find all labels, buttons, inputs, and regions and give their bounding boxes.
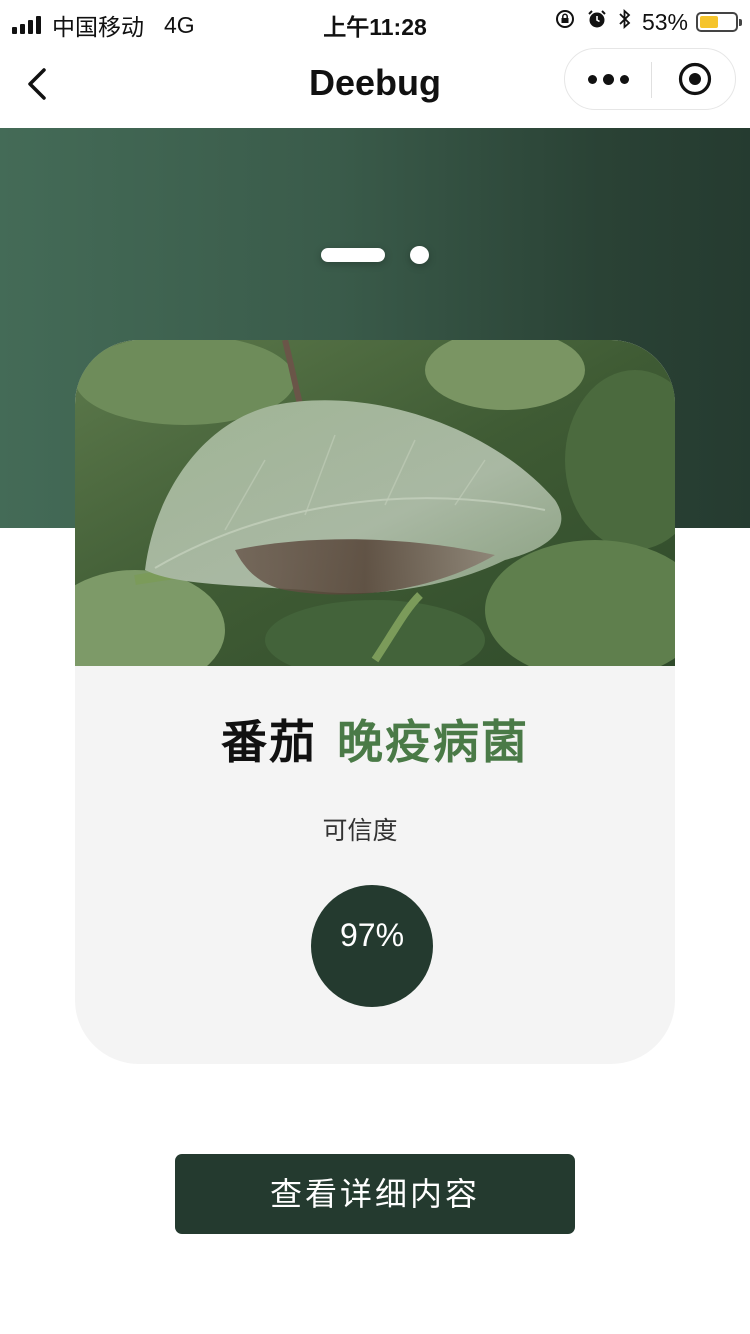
diagnosis-name: 番茄 晚疫病菌: [75, 706, 675, 772]
leaf-photo: [75, 340, 675, 666]
carousel-indicator: [0, 246, 750, 266]
network-type: 4G: [164, 11, 195, 38]
more-dots-icon: [587, 74, 597, 84]
view-details-button[interactable]: 查看详细内容: [175, 1154, 575, 1234]
crop-name: 番茄: [221, 716, 317, 768]
confidence-badge: 97%: [311, 885, 433, 1007]
rotation-lock-icon: [554, 8, 576, 36]
signal-strength-icon: [12, 16, 44, 34]
carrier-name: 中国移动: [52, 14, 144, 40]
battery-percent: 53%: [641, 8, 688, 35]
nav-bar: Deebug: [0, 42, 750, 128]
bluetooth-icon: [618, 8, 632, 36]
chevron-left-icon: [28, 68, 46, 100]
carousel-dot-active[interactable]: [321, 248, 385, 262]
miniprogram-capsule: [564, 48, 736, 110]
alarm-icon: [586, 8, 608, 36]
status-right: 53%: [554, 8, 742, 36]
confidence-label: 可信度: [322, 817, 398, 845]
status-left: 中国移动 4G: [12, 8, 195, 42]
status-bar: 中国移动 4G 上午11:28 53%: [0, 0, 750, 42]
disease-name: 晚疫病菌: [337, 716, 529, 768]
back-button[interactable]: [18, 62, 62, 106]
target-close-icon: [678, 62, 711, 96]
more-button[interactable]: [565, 49, 651, 109]
battery-icon: [696, 12, 742, 32]
confidence-value: 97%: [339, 917, 405, 953]
carousel-dot[interactable]: [410, 246, 429, 264]
result-card[interactable]: 番茄 晚疫病菌 可信度 97%: [75, 340, 675, 1064]
close-miniprogram-button[interactable]: [652, 49, 737, 109]
